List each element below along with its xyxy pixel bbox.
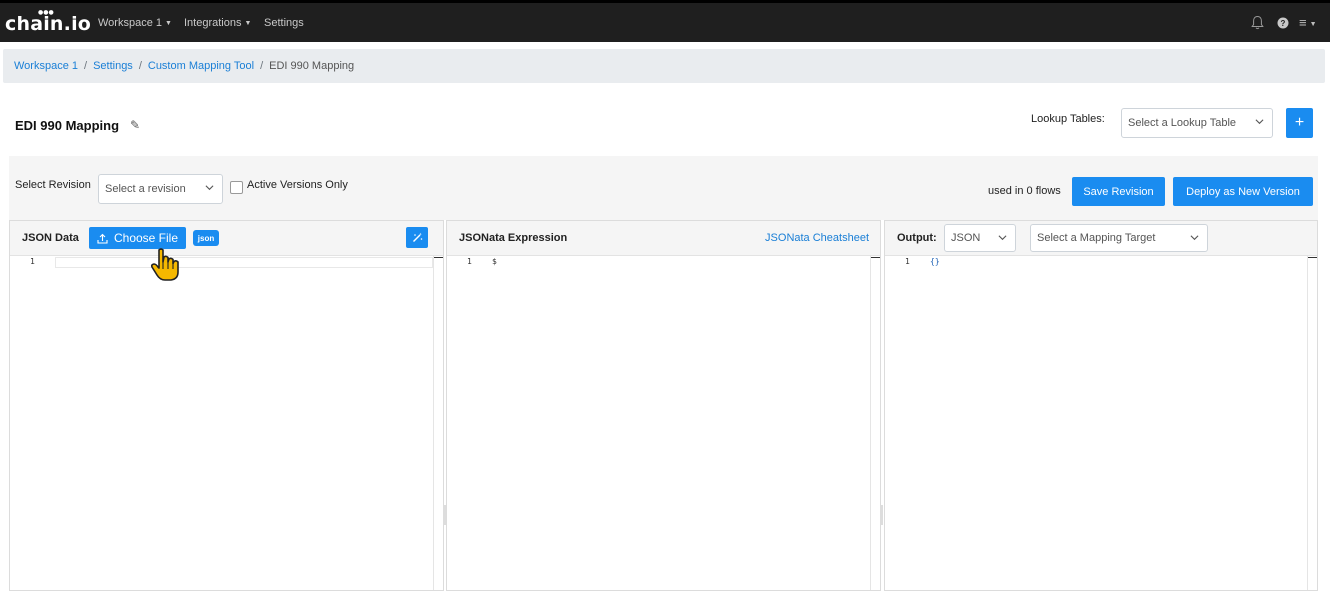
magic-wand-icon	[412, 232, 422, 242]
breadcrumb-separator: /	[260, 60, 264, 72]
output-editor-code: {}	[930, 257, 940, 266]
json-data-title: JSON Data	[22, 232, 79, 244]
chevron-down-icon	[205, 185, 214, 191]
select-revision-label: Select Revision	[15, 179, 91, 191]
mapping-target-value: Select a Mapping Target	[1037, 232, 1156, 244]
jsonata-expression-title: JSONata Expression	[459, 232, 568, 244]
page-title: EDI 990 Mapping	[15, 118, 120, 133]
hand-pointer-cursor-icon	[150, 248, 179, 281]
editor-fold-marker	[1308, 257, 1317, 258]
magic-wand-button[interactable]	[406, 227, 428, 248]
lookup-table-select-value: Select a Lookup Table	[1128, 117, 1237, 129]
hamburger-menu-icon[interactable]: ≡ ▼	[1299, 15, 1317, 30]
chevron-down-icon	[1255, 119, 1264, 125]
deploy-new-version-button[interactable]: Deploy as New Version	[1173, 177, 1313, 206]
chevron-down-icon	[1190, 235, 1199, 241]
json-editor-line[interactable]: 1	[10, 256, 443, 268]
caret-down-icon: ▼	[1309, 21, 1317, 28]
json-data-panel: JSON Data Choose File json 1	[9, 220, 444, 591]
editor-scrollbar[interactable]	[433, 256, 443, 590]
nav-integrations-label: Integrations	[184, 17, 242, 29]
upload-icon	[97, 233, 108, 244]
output-editor-line[interactable]: 1 {}	[885, 256, 1317, 268]
breadcrumb-settings[interactable]: Settings	[93, 60, 133, 72]
output-panel: Output: 1 {}	[884, 220, 1318, 591]
edit-pencil-icon[interactable]: ✎	[130, 118, 140, 132]
jsonata-panel-header: JSONata Expression JSONata Cheatsheet	[447, 221, 880, 256]
add-lookup-table-button[interactable]: +	[1286, 108, 1313, 138]
nav-integrations-dropdown[interactable]: Integrations ▼	[184, 17, 251, 29]
chainio-logo[interactable]: chain.io ●●●	[5, 9, 92, 35]
revision-select-value: Select a revision	[105, 183, 186, 195]
output-format-select[interactable]: JSON	[944, 224, 1016, 252]
panel-resize-handle[interactable]	[443, 505, 446, 525]
output-format-value: JSON	[951, 232, 981, 244]
json-format-badge[interactable]: json	[193, 230, 219, 246]
jsonata-editor-code: $	[492, 257, 497, 266]
top-navbar: chain.io ●●● Workspace 1 ▼ Integrations ▼ …	[0, 0, 1330, 42]
breadcrumb-current: EDI 990 Mapping	[269, 60, 355, 72]
editor-scrollbar[interactable]	[1307, 256, 1317, 590]
chevron-down-icon	[998, 235, 1007, 241]
caret-down-icon: ▼	[244, 20, 252, 27]
save-revision-button[interactable]: Save Revision	[1072, 177, 1165, 206]
logo-dots: ●●●	[38, 9, 54, 16]
line-number: 1	[467, 257, 472, 266]
active-versions-checkbox[interactable]	[230, 181, 243, 194]
lookup-tables-label: Lookup Tables:	[1031, 113, 1105, 125]
nav-workspace-dropdown[interactable]: Workspace 1 ▼	[98, 17, 172, 29]
panel-resize-handle[interactable]	[880, 505, 883, 525]
menu-glyph: ≡	[1299, 15, 1307, 30]
json-data-panel-header: JSON Data Choose File json	[10, 221, 443, 256]
line-number: 1	[30, 257, 35, 266]
editor-fold-marker	[434, 257, 443, 258]
help-icon[interactable]: ?	[1277, 17, 1289, 29]
breadcrumb-separator: /	[138, 60, 142, 72]
line-number: 1	[905, 257, 910, 266]
breadcrumb: Workspace 1 / Settings / Custom Mapping …	[3, 49, 1325, 83]
caret-down-icon: ▼	[165, 20, 172, 27]
bell-icon[interactable]	[1251, 15, 1264, 30]
active-line-highlight	[55, 257, 433, 268]
breadcrumb-custom-mapping-tool[interactable]: Custom Mapping Tool	[148, 60, 254, 72]
lookup-table-select[interactable]: Select a Lookup Table	[1121, 108, 1273, 138]
output-title: Output:	[897, 232, 937, 244]
jsonata-editor-line[interactable]: 1 $	[447, 256, 880, 268]
help-icon-glyph: ?	[1281, 19, 1286, 28]
nav-settings[interactable]: Settings	[264, 17, 304, 29]
active-versions-label[interactable]: Active Versions Only	[247, 179, 348, 191]
revision-select[interactable]: Select a revision	[98, 174, 223, 204]
logo-text: chain.io	[5, 13, 92, 35]
breadcrumb-workspace[interactable]: Workspace 1	[14, 60, 78, 72]
breadcrumb-separator: /	[84, 60, 88, 72]
jsonata-cheatsheet-link[interactable]: JSONata Cheatsheet	[765, 232, 869, 244]
editor-scrollbar[interactable]	[870, 256, 880, 590]
used-in-flows-text: used in 0 flows	[988, 185, 1061, 197]
choose-file-label: Choose File	[113, 231, 179, 245]
choose-file-button[interactable]: Choose File	[89, 227, 186, 249]
jsonata-expression-panel: JSONata Expression JSONata Cheatsheet 1 …	[446, 220, 881, 591]
nav-workspace-label: Workspace 1	[98, 17, 162, 29]
editor-fold-marker	[871, 257, 880, 258]
mapping-target-select[interactable]: Select a Mapping Target	[1030, 224, 1208, 252]
